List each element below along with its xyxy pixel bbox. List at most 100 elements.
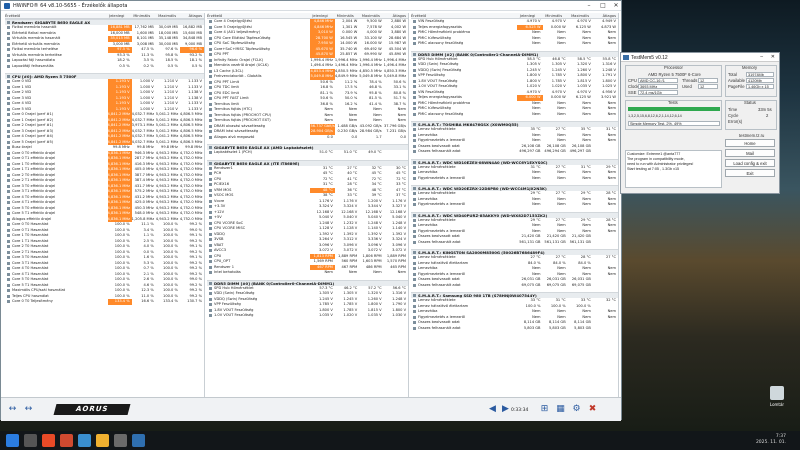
mail-button[interactable]: Mail <box>725 149 775 157</box>
sensor-minimum-value: 69,075 GB <box>546 282 566 287</box>
sensor-row[interactable]: PMIC alacsony feszültség Nem Nem Nem Nem <box>411 41 618 47</box>
header-value-1[interactable]: Jelenlegi <box>303 13 329 18</box>
settings-icon[interactable]: ⚙ <box>569 402 584 417</box>
sensor-row[interactable]: Összes felhasznált adat 496,297 GB 496,294… <box>411 149 618 155</box>
sensor-row[interactable]: 1.0V VOUT Feszültség 1.035 V 1.020 V 1.035 … <box>207 313 408 319</box>
sensor-icon <box>413 96 416 100</box>
header-value-3[interactable]: Maximális <box>356 13 382 18</box>
tm-app-icon <box>623 55 629 60</box>
home-button[interactable]: Home <box>725 139 775 147</box>
sensor-icon <box>7 107 10 111</box>
header-value-1[interactable]: Jelenlegi <box>510 13 537 18</box>
header-value-2[interactable]: Minimális <box>330 13 356 18</box>
sensor-row[interactable]: Összes felhasznált adat 561,131 GB 561,131… <box>411 240 618 246</box>
sensor-icon <box>413 326 416 330</box>
tm-title: TestMem5 v0.12 <box>631 54 668 61</box>
processor-group: Processor AMD Ryzen 5 7500F 6-Core CPU I… <box>625 65 722 97</box>
sensor-icon <box>209 20 212 24</box>
sensor-average-value: Nem <box>607 202 616 206</box>
report-icon[interactable]: ▦ <box>553 402 568 417</box>
sensor-icon <box>209 47 212 51</box>
sensor-row[interactable]: Összes felhasznált adat 5,803 GB 5,803 GB 5… <box>411 326 618 332</box>
header-sensor[interactable]: Érzékelő <box>5 13 101 18</box>
bottom-toolbar: ↔ ↔ AORUS ◀ ▶ 0:33:34 ⊞ ▦ ⚙ ✖ <box>1 397 621 421</box>
sensor-row[interactable]: Intel behatolás Nem Nem Nem Nem <box>207 270 408 276</box>
time-value: 33m 5s <box>758 107 772 112</box>
sensor-row[interactable]: Összes felhasznált adat 69,075 GB 69,075 G… <box>411 283 618 289</box>
sensor-icon <box>209 177 212 181</box>
sensor-icon <box>7 184 10 188</box>
header-value-1[interactable]: Jelenlegi <box>101 13 127 18</box>
header-sensor[interactable]: Érzékelő <box>411 13 510 18</box>
sensor-icon <box>413 133 416 137</box>
app-icon-2[interactable] <box>60 434 73 447</box>
sensor-average-value: Nem <box>607 138 616 142</box>
status-label: Status <box>744 100 756 105</box>
header-value-4[interactable]: Átlagos <box>382 13 408 18</box>
header-value-4[interactable]: Átlagos <box>591 13 618 18</box>
sensor-icon <box>7 239 10 243</box>
start-icon[interactable] <box>6 434 19 447</box>
sensor-row[interactable]: Lapozófájl felhasználás 0.5 % 0.2 % 0.5 % 0.… <box>5 64 204 70</box>
chip-icon <box>209 146 212 149</box>
browser-icon[interactable] <box>42 434 55 447</box>
chip-icon <box>413 52 416 56</box>
tm-close-icon[interactable]: ✕ <box>771 54 775 60</box>
close-icon[interactable]: ✕ <box>610 1 622 11</box>
sensor-icon <box>7 64 10 68</box>
sensor-average-value: Nem <box>607 175 616 180</box>
test-sequence: 1,3,2,5,15,6,8,12,6,2,1,14,12,6,14 <box>628 114 682 118</box>
log-line-4: Start testing at 7:05 , 1.3Gb x15 <box>627 167 680 171</box>
threads-field: 12 <box>698 78 718 83</box>
site-label: testmem.tz.ru <box>739 133 765 138</box>
sensor-icon <box>413 315 416 319</box>
sensor-average-value: Nem <box>607 314 616 319</box>
sensor-icon <box>413 235 416 239</box>
header-value-4[interactable]: Átlagos <box>178 13 204 18</box>
desktop-icon-recycle-bin[interactable]: Lomtár <box>762 386 792 407</box>
search-icon[interactable] <box>24 434 37 447</box>
sensor-icon <box>209 58 212 62</box>
app-icon-3[interactable] <box>78 434 91 447</box>
nav-right-arrow-icon[interactable]: ↔ <box>21 402 36 417</box>
system-tray-clock[interactable]: 7:37 2025. 11. 01. <box>756 434 786 446</box>
header-value-3[interactable]: Maximális <box>152 13 178 18</box>
sensor-row[interactable]: Állagos alvó megosztó 0.0 0.0 1.7 0.0 <box>207 135 408 141</box>
sensor-icon <box>413 101 416 105</box>
cpu-name: AMD Ryzen 5 7500F 6-Core <box>648 72 701 77</box>
sensor-current-value: 496,297 GB <box>519 149 541 153</box>
network-icon[interactable]: ⊞ <box>537 402 552 417</box>
header-value-3[interactable]: Maximális <box>564 13 591 18</box>
exit-button[interactable]: Exit <box>725 169 775 177</box>
sensor-maximum-value: Nem <box>582 202 591 206</box>
sensor-row[interactable]: Figyelmeztetés a lemezről Nem Nem Nem Nem <box>411 202 618 208</box>
sensor-maximum-value: 1.035 V <box>367 313 382 317</box>
sensor-icon <box>7 53 10 57</box>
nav-left-arrow-icon[interactable]: ↔ <box>5 402 20 417</box>
sensor-icon <box>413 229 416 233</box>
sensor-icon <box>7 162 10 166</box>
header-sensor[interactable]: Érzékelő <box>207 13 303 18</box>
close-sensors-icon[interactable]: ✖ <box>585 402 600 417</box>
maximize-icon[interactable]: □ <box>597 1 609 11</box>
header-value-2[interactable]: Minimális <box>537 13 564 18</box>
sensor-average-value: 27 °C <box>605 255 616 259</box>
sensor-icon <box>413 57 416 61</box>
app-icon-5[interactable] <box>114 434 127 447</box>
sensor-row[interactable]: Lapkakészlet 1 (PCH) 51.0 °C 51.0 °C 49.0 °… <box>207 150 408 156</box>
sensor-icon <box>413 150 416 154</box>
sensor-row[interactable]: Core 0 T0 Teljesítmény 133.4 % 16.6 % 133.4… <box>5 299 204 305</box>
sensor-row[interactable]: PMIC alacsony feszültség Nem Nem Nem Nem <box>411 112 618 118</box>
sensor-icon <box>7 256 10 260</box>
header-value-2[interactable]: Minimális <box>126 13 152 18</box>
sensor-icon <box>209 102 212 106</box>
minimize-icon[interactable]: – <box>583 1 595 11</box>
sensor-row[interactable]: Figyelmeztetés a lemezről Nem Nem Nem Nem <box>411 176 618 182</box>
tm-minimize-icon[interactable]: – <box>760 54 763 60</box>
hwinfo-taskbar-icon[interactable] <box>132 434 145 447</box>
clock-field: 3693 MHz <box>638 84 678 89</box>
sensor-current-value: Nem <box>532 41 541 45</box>
file-explorer-icon[interactable] <box>96 434 109 447</box>
sensor-icon <box>413 171 416 175</box>
load-config-button[interactable]: Load config & exit <box>725 159 775 167</box>
